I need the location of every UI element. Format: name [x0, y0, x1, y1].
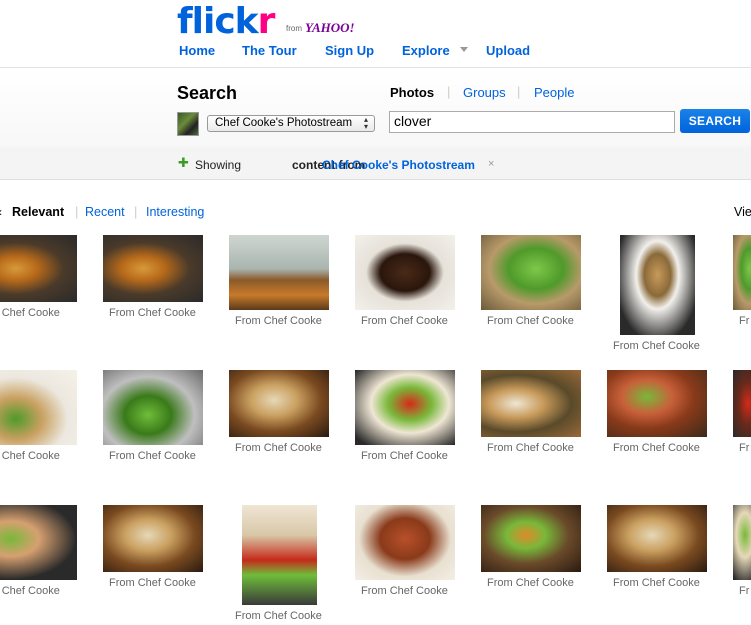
photo-caption[interactable]: Fr [739, 585, 749, 597]
photo-thumbnail[interactable] [481, 505, 581, 572]
sort-recent[interactable]: Recent [85, 205, 125, 219]
nav-home[interactable]: Home [179, 43, 215, 58]
search-title: Search [177, 83, 238, 103]
nav-explore[interactable]: Explore [402, 43, 450, 58]
select-arrows-icon: ▴ ▾ [364, 115, 369, 131]
photo-caption[interactable]: From Chef Cooke [361, 585, 448, 597]
photo-caption[interactable]: From Chef Cooke [613, 340, 700, 352]
photo-caption[interactable]: From Chef Cooke [361, 450, 448, 462]
photo-thumbnail[interactable] [481, 235, 581, 310]
photo-caption[interactable]: From Chef Cooke [0, 307, 60, 319]
flickr-logo[interactable]: flickr [177, 1, 276, 42]
close-icon[interactable]: × [488, 158, 494, 170]
tab-divider: | [517, 84, 521, 99]
photostream-link[interactable]: Chef Cooke's Photostream [322, 158, 475, 172]
photo-caption[interactable]: From Chef Cooke [0, 585, 60, 597]
photo-thumbnail[interactable] [0, 235, 77, 302]
search-button[interactable]: SEARCH [680, 109, 750, 133]
photo-thumbnail[interactable] [242, 505, 317, 605]
view-toggle[interactable]: Vie [734, 205, 751, 219]
photo-thumbnail[interactable] [620, 235, 695, 335]
tab-people[interactable]: People [534, 85, 574, 100]
tab-photos[interactable]: Photos [390, 85, 434, 100]
photo-caption[interactable]: Fr [739, 442, 749, 454]
photo-caption[interactable]: Fr [739, 315, 749, 327]
photo-thumbnail[interactable] [355, 370, 455, 445]
photo-caption[interactable]: From Chef Cooke [235, 610, 322, 622]
showing-label: Showing [195, 158, 242, 172]
sort-divider: | [134, 204, 138, 219]
search-input[interactable]: clover [389, 111, 675, 133]
photo-thumbnail[interactable] [733, 505, 751, 580]
photo-thumbnail[interactable] [0, 505, 77, 580]
sort-interesting[interactable]: Interesting [146, 205, 204, 219]
avatar [177, 112, 199, 136]
from-label: from [286, 24, 302, 33]
photo-caption[interactable]: From Chef Cooke [109, 307, 196, 319]
photo-thumbnail[interactable] [355, 235, 455, 310]
logo-text-blue: flick [177, 1, 259, 42]
photo-caption[interactable]: From Chef Cooke [613, 442, 700, 454]
photo-thumbnail[interactable] [229, 370, 329, 437]
photo-caption[interactable]: From Chef Cooke [487, 315, 574, 327]
sort-arrow-icon: ‹ [0, 205, 2, 219]
photo-caption[interactable]: From Chef Cooke [487, 442, 574, 454]
search-scope-select[interactable]: Chef Cooke's Photostream [207, 115, 375, 132]
photo-thumbnail[interactable] [733, 370, 751, 437]
photo-thumbnail[interactable] [103, 235, 203, 302]
photo-caption[interactable]: From Chef Cooke [235, 315, 322, 327]
tab-divider: | [447, 84, 451, 99]
sort-divider: | [75, 204, 79, 219]
photo-thumbnail[interactable] [0, 370, 77, 445]
photo-caption[interactable]: From Chef Cooke [109, 450, 196, 462]
photo-caption[interactable]: From Chef Cooke [0, 450, 60, 462]
photo-thumbnail[interactable] [607, 370, 707, 437]
photo-thumbnail[interactable] [103, 370, 203, 445]
photo-caption[interactable]: From Chef Cooke [235, 442, 322, 454]
photo-thumbnail[interactable] [355, 505, 455, 580]
photo-caption[interactable]: From Chef Cooke [361, 315, 448, 327]
nav-upload[interactable]: Upload [486, 43, 530, 58]
photo-thumbnail[interactable] [103, 505, 203, 572]
photo-caption[interactable]: From Chef Cooke [487, 577, 574, 589]
photo-thumbnail[interactable] [481, 370, 581, 437]
photo-caption[interactable]: From Chef Cooke [613, 577, 700, 589]
logo-text-pink: r [257, 1, 276, 42]
plus-icon[interactable]: ✚ [178, 156, 189, 169]
nav-the-tour[interactable]: The Tour [242, 43, 297, 58]
sort-relevant[interactable]: Relevant [12, 205, 64, 219]
explore-dropdown-icon[interactable] [460, 47, 468, 52]
photo-thumbnail[interactable] [733, 235, 751, 310]
search-panel [0, 67, 751, 149]
photo-caption[interactable]: From Chef Cooke [109, 577, 196, 589]
photo-thumbnail[interactable] [229, 235, 329, 310]
photo-thumbnail[interactable] [607, 505, 707, 572]
tab-groups[interactable]: Groups [463, 85, 506, 100]
nav-sign-up[interactable]: Sign Up [325, 43, 374, 58]
yahoo-logo: YAHOO! [305, 20, 355, 35]
